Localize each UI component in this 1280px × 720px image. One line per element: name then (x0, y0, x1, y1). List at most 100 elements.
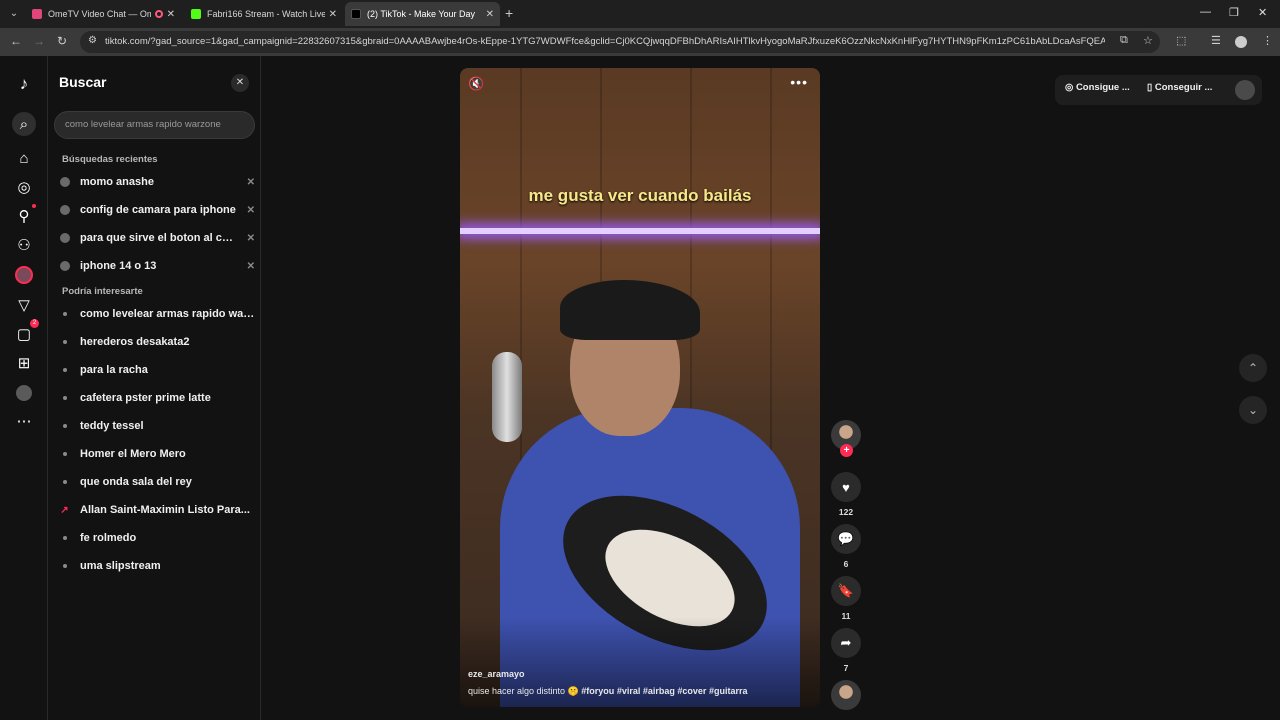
comment-action[interactable]: 💬 6 (831, 524, 861, 569)
close-tab-icon[interactable]: ✕ (167, 9, 175, 20)
forward-icon[interactable]: → (33, 34, 45, 48)
muted-speaker-icon[interactable]: 🔇 (468, 76, 484, 92)
suggestion-item[interactable]: fe rolmedo (59, 528, 255, 548)
next-video-icon[interactable]: ⌄ (1239, 396, 1267, 424)
url-text[interactable]: tiktok.com/?gad_source=1&gad_campaignid=… (105, 36, 1105, 47)
kick-favicon (191, 9, 201, 19)
sound-avatar-button[interactable] (831, 680, 861, 710)
friends-icon[interactable]: ⚇ (12, 233, 36, 257)
author-avatar-button[interactable]: + (831, 420, 861, 460)
get-coins-label: Consigue ... (1075, 82, 1130, 93)
bookmark-star-icon[interactable]: ☆ (1143, 34, 1153, 47)
close-tab-icon[interactable]: ✕ (329, 9, 337, 20)
live-icon[interactable] (12, 263, 36, 287)
remove-icon[interactable]: ✕ (247, 261, 255, 272)
tab-title: (2) TikTok - Make Your Day (367, 9, 476, 19)
search-icon[interactable]: ⌕ (12, 112, 36, 136)
close-search-icon[interactable]: ✕ (231, 74, 249, 92)
suggestion-item[interactable]: ↗ Allan Saint-Maximin Listo Para... (59, 500, 255, 520)
reload-icon[interactable]: ↻ (57, 34, 67, 48)
extensions-icon[interactable]: ⬚ (1176, 34, 1186, 47)
video-author[interactable]: eze_aramayo (468, 669, 525, 679)
minimize-icon[interactable]: — (1200, 6, 1211, 18)
profile-icon[interactable] (12, 381, 36, 405)
bullet-icon (59, 561, 70, 572)
search-input[interactable]: como levelear armas rapido warzone (54, 111, 255, 139)
tab-kick[interactable]: Fabri166 Stream - Watch Live on Kick ✕ (185, 2, 343, 26)
tab-ometv[interactable]: OmeTV Video Chat — Omegle ✕ (26, 2, 181, 26)
recent-search-item[interactable]: iphone 14 o 13 ✕ (59, 256, 255, 276)
history-icon (59, 177, 70, 188)
messages-icon[interactable]: ▽ (12, 293, 36, 317)
hashtag-link[interactable]: #guitarra (709, 686, 748, 696)
maximize-icon[interactable]: ❐ (1229, 6, 1239, 19)
bullet-icon (59, 337, 70, 348)
suggestion-text: para la racha (80, 364, 148, 376)
more-options-icon[interactable]: ••• (790, 74, 808, 90)
install-app-icon[interactable]: ⧉ (1120, 34, 1128, 47)
hashtag-link[interactable]: #foryou (581, 686, 614, 696)
browser-menu-icon[interactable]: ⋮ (1262, 34, 1273, 47)
suggestion-item[interactable]: que onda sala del rey (59, 472, 255, 492)
video-player[interactable]: me gusta ver cuando bailás 🔇 ••• eze_ara… (460, 68, 820, 707)
hashtag-link[interactable]: #cover (677, 686, 706, 696)
share-action[interactable]: ➦ 7 (831, 628, 861, 673)
suggestion-text: como levelear armas rapido warzone (80, 308, 255, 320)
notification-badge: 2 (30, 319, 39, 328)
remove-icon[interactable]: ✕ (247, 177, 255, 188)
inbox-icon[interactable]: ▢ 2 (12, 319, 39, 346)
back-icon[interactable]: ← (10, 34, 22, 48)
get-app-button[interactable]: ▯ Conseguir ... (1147, 82, 1212, 93)
address-bar[interactable]: ⚙ tiktok.com/?gad_source=1&gad_campaigni… (80, 31, 1160, 53)
previous-video-icon[interactable]: ⌃ (1239, 354, 1267, 382)
save-action[interactable]: 🔖 11 (831, 576, 861, 621)
suggestion-item[interactable]: uma slipstream (59, 556, 255, 576)
tiktok-logo-icon[interactable]: ♪ (12, 72, 36, 96)
suggestion-text: Allan Saint-Maximin Listo Para... (80, 504, 250, 516)
following-icon[interactable]: ⚲ (12, 204, 36, 228)
suggestion-item[interactable]: como levelear armas rapido warzone (59, 304, 255, 324)
more-icon[interactable]: ⋯ (12, 409, 36, 433)
suggestion-item[interactable]: herederos desakata2 (59, 332, 255, 352)
suggestion-item[interactable]: para la racha (59, 360, 255, 380)
hashtag-link[interactable]: #airbag (643, 686, 675, 696)
tiktok-favicon (351, 9, 361, 19)
suggestion-text: uma slipstream (80, 560, 161, 572)
hashtag-link[interactable]: #viral (617, 686, 641, 696)
explore-icon[interactable]: ◎ (12, 175, 36, 199)
like-action[interactable]: ♥ 122 (831, 472, 861, 517)
bullet-icon (59, 449, 70, 460)
get-coins-button[interactable]: ◎ Consigue ... (1065, 82, 1130, 93)
user-avatar[interactable] (1235, 80, 1255, 100)
heart-icon[interactable]: ♥ (831, 472, 861, 502)
site-info-icon[interactable]: ⚙ (88, 35, 97, 46)
recent-search-item[interactable]: para que sirve el boton al costado ✕ (59, 228, 255, 248)
search-panel: Buscar ✕ como levelear armas rapido warz… (49, 56, 261, 720)
video-caption-overlay: me gusta ver cuando bailás (528, 186, 752, 205)
new-tab-icon[interactable]: + (505, 5, 513, 21)
tab-title: Fabri166 Stream - Watch Live on Kick (207, 9, 325, 19)
comment-icon[interactable]: 💬 (831, 524, 861, 554)
home-icon[interactable]: ⌂ (12, 146, 36, 170)
recent-search-item[interactable]: momo anashe ✕ (59, 172, 255, 192)
close-window-icon[interactable]: ✕ (1258, 6, 1267, 19)
tab-tiktok[interactable]: (2) TikTok - Make Your Day ✕ (345, 2, 500, 26)
suggestion-item[interactable]: Homer el Mero Mero (59, 444, 255, 464)
recent-search-item[interactable]: config de camara para iphone ✕ (59, 200, 255, 220)
follow-plus-icon[interactable]: + (840, 444, 853, 457)
close-tab-icon[interactable]: ✕ (486, 9, 494, 20)
recent-searches-heading: Búsquedas recientes (62, 154, 158, 165)
profile-avatar[interactable] (1235, 36, 1247, 48)
history-icon (59, 205, 70, 216)
share-icon[interactable]: ➦ (831, 628, 861, 658)
suggestion-item[interactable]: cafetera pster prime latte (59, 388, 255, 408)
upload-icon[interactable]: ⊞ (12, 351, 36, 375)
bookmark-icon[interactable]: 🔖 (831, 576, 861, 606)
tiktok-page: ♪ ⌕ ⌂ ◎ ⚲ ⚇ ▽ ▢ 2 ⊞ ⋯ Buscar ✕ como level… (0, 56, 1280, 720)
remove-icon[interactable]: ✕ (247, 233, 255, 244)
media-control-icon[interactable]: ☰ (1211, 34, 1221, 47)
ometv-favicon (32, 9, 42, 19)
suggestion-item[interactable]: teddy tessel (59, 416, 255, 436)
tab-list-button[interactable]: ⌄ (4, 4, 24, 24)
remove-icon[interactable]: ✕ (247, 205, 255, 216)
